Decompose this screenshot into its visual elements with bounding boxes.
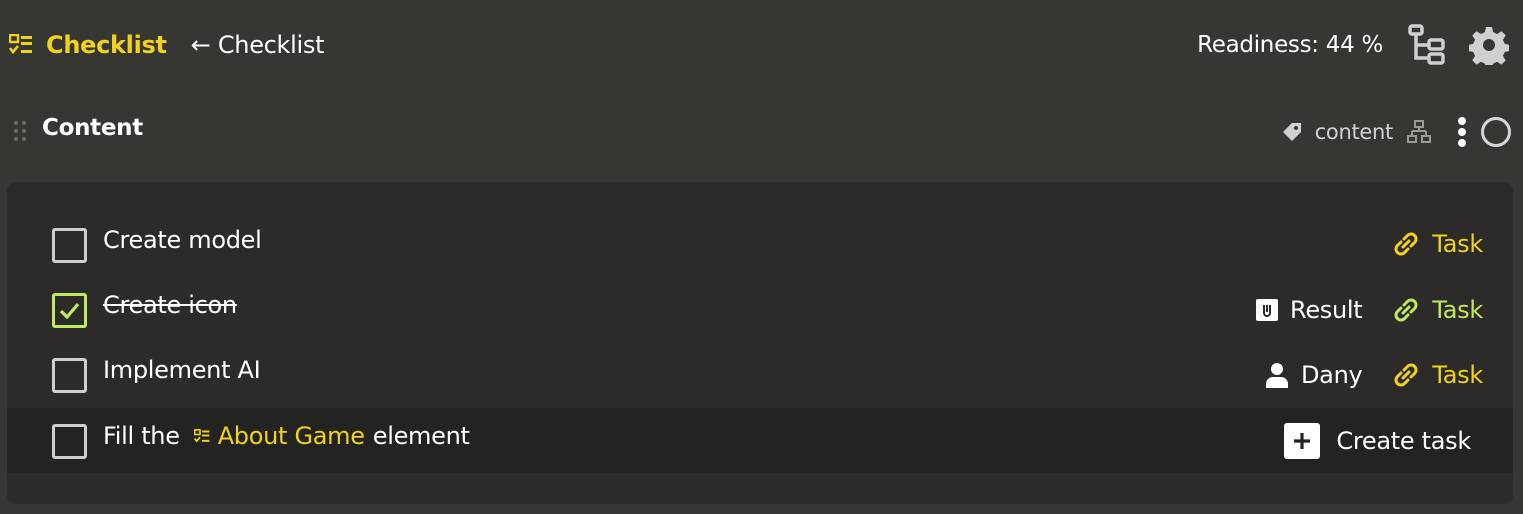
section-header: Content content xyxy=(0,108,1523,154)
element-reference-label: About Game xyxy=(217,422,365,450)
item-checkbox[interactable] xyxy=(52,228,87,263)
item-label-suffix: element xyxy=(372,422,470,450)
item-label: Create model xyxy=(103,226,262,254)
checklist-item: Create model Task xyxy=(7,210,1513,275)
item-checkbox[interactable] xyxy=(52,424,87,459)
element-reference-link[interactable]: About Game xyxy=(193,422,365,450)
header-actions: Readiness: 44 % xyxy=(1197,22,1509,68)
link-icon xyxy=(1394,363,1418,387)
checklist-panel: Create model Task Create icon Result Tas… xyxy=(7,182,1513,504)
drag-handle-icon[interactable] xyxy=(13,120,27,142)
task-link[interactable]: Task xyxy=(1392,230,1483,258)
item-label-prefix: Fill the xyxy=(103,422,180,450)
back-link[interactable]: ← Checklist xyxy=(191,31,325,59)
item-checkbox[interactable] xyxy=(52,293,87,328)
section-actions: content xyxy=(1281,113,1511,151)
result-attachment[interactable]: Result xyxy=(1256,296,1363,324)
task-link-label: Task xyxy=(1432,361,1483,389)
item-checkbox[interactable] xyxy=(52,358,87,393)
hierarchy-icon[interactable] xyxy=(1407,120,1431,144)
readiness-indicator: Readiness: 44 % xyxy=(1197,32,1383,58)
checklist-icon xyxy=(9,34,32,55)
tag-icon xyxy=(1282,123,1301,141)
task-link[interactable]: Task xyxy=(1392,361,1483,389)
create-task-label: Create task xyxy=(1336,427,1471,455)
checklist-item: Create icon Result Task xyxy=(7,275,1513,340)
attachment-icon xyxy=(1256,299,1279,321)
item-label: Fill the About Game element xyxy=(103,422,470,450)
link-icon xyxy=(1394,298,1418,322)
gear-icon[interactable] xyxy=(1469,25,1509,65)
tree-structure-icon[interactable] xyxy=(1407,24,1447,66)
checklist-item: Implement AI Dany Task xyxy=(7,340,1513,405)
item-label: Implement AI xyxy=(103,356,261,384)
task-link-label: Task xyxy=(1432,296,1483,324)
item-actions: Dany Task xyxy=(1265,356,1483,394)
result-label: Result xyxy=(1290,296,1363,324)
kebab-menu-icon[interactable] xyxy=(1457,116,1467,148)
task-link-label: Task xyxy=(1432,230,1483,258)
page-title: Checklist xyxy=(46,31,167,59)
checklist-icon xyxy=(193,428,210,443)
checklist-item: Fill the About Game element Create task xyxy=(7,408,1513,473)
create-task-button[interactable]: Create task xyxy=(1284,423,1471,459)
item-actions: Task xyxy=(1392,225,1483,263)
tag-label[interactable]: content xyxy=(1315,120,1394,144)
item-label: Create icon xyxy=(103,291,237,319)
title-area: Checklist ← Checklist xyxy=(9,26,325,64)
section-title: Content xyxy=(42,115,143,141)
assignee-label: Dany xyxy=(1300,361,1363,389)
status-circle-icon[interactable] xyxy=(1481,117,1511,147)
plus-icon xyxy=(1284,423,1321,459)
user-icon xyxy=(1265,363,1288,388)
assignee[interactable]: Dany xyxy=(1265,361,1363,389)
item-actions: Create task xyxy=(1284,422,1483,460)
task-link[interactable]: Task xyxy=(1392,296,1483,324)
checkmark-icon xyxy=(59,302,80,320)
link-icon xyxy=(1394,232,1418,256)
top-bar: Checklist ← Checklist Readiness: 44 % xyxy=(0,0,1523,90)
item-actions: Result Task xyxy=(1256,291,1483,329)
